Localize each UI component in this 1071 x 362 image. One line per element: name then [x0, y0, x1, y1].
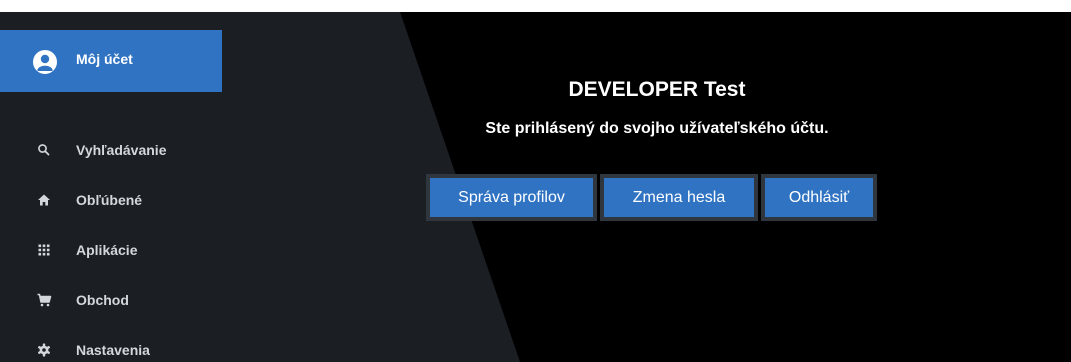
manage-profiles-button[interactable]: Správa profilov [426, 174, 597, 221]
login-status-text: Ste prihlásený do svojho užívateľského ú… [485, 120, 829, 137]
sidebar-item-label: Nastavenia [76, 342, 150, 358]
my-account-label: Môj účet [76, 51, 133, 67]
sidebar-item-label: Vyhľadávanie [76, 142, 167, 158]
apps-grid-icon [38, 244, 50, 256]
sidebar-item-apps[interactable]: Aplikácie [0, 230, 222, 270]
search-icon [38, 144, 50, 156]
gear-icon [37, 343, 51, 357]
logout-button[interactable]: Odhlásiť [761, 174, 877, 221]
app-window: Môj účet Vyhľadávanie Obľúbené Aplikácie [0, 12, 1071, 362]
sidebar-item-label: Obchod [76, 292, 129, 308]
sidebar-item-label: Aplikácie [76, 242, 138, 258]
sidebar-item-shop[interactable]: Obchod [0, 280, 222, 320]
sidebar-item-favorites[interactable]: Obľúbené [0, 180, 222, 220]
user-name-title: DEVELOPER Test [568, 78, 746, 101]
home-icon [38, 194, 50, 206]
my-account-item[interactable]: Môj účet [0, 30, 222, 92]
change-password-button[interactable]: Zmena hesla [600, 174, 758, 221]
sidebar-item-settings[interactable]: Nastavenia [0, 330, 222, 362]
shopping-cart-icon [37, 293, 52, 307]
sidebar-item-label: Obľúbené [76, 192, 143, 208]
account-circle-icon [33, 50, 57, 74]
sidebar-item-search[interactable]: Vyhľadávanie [0, 130, 222, 170]
